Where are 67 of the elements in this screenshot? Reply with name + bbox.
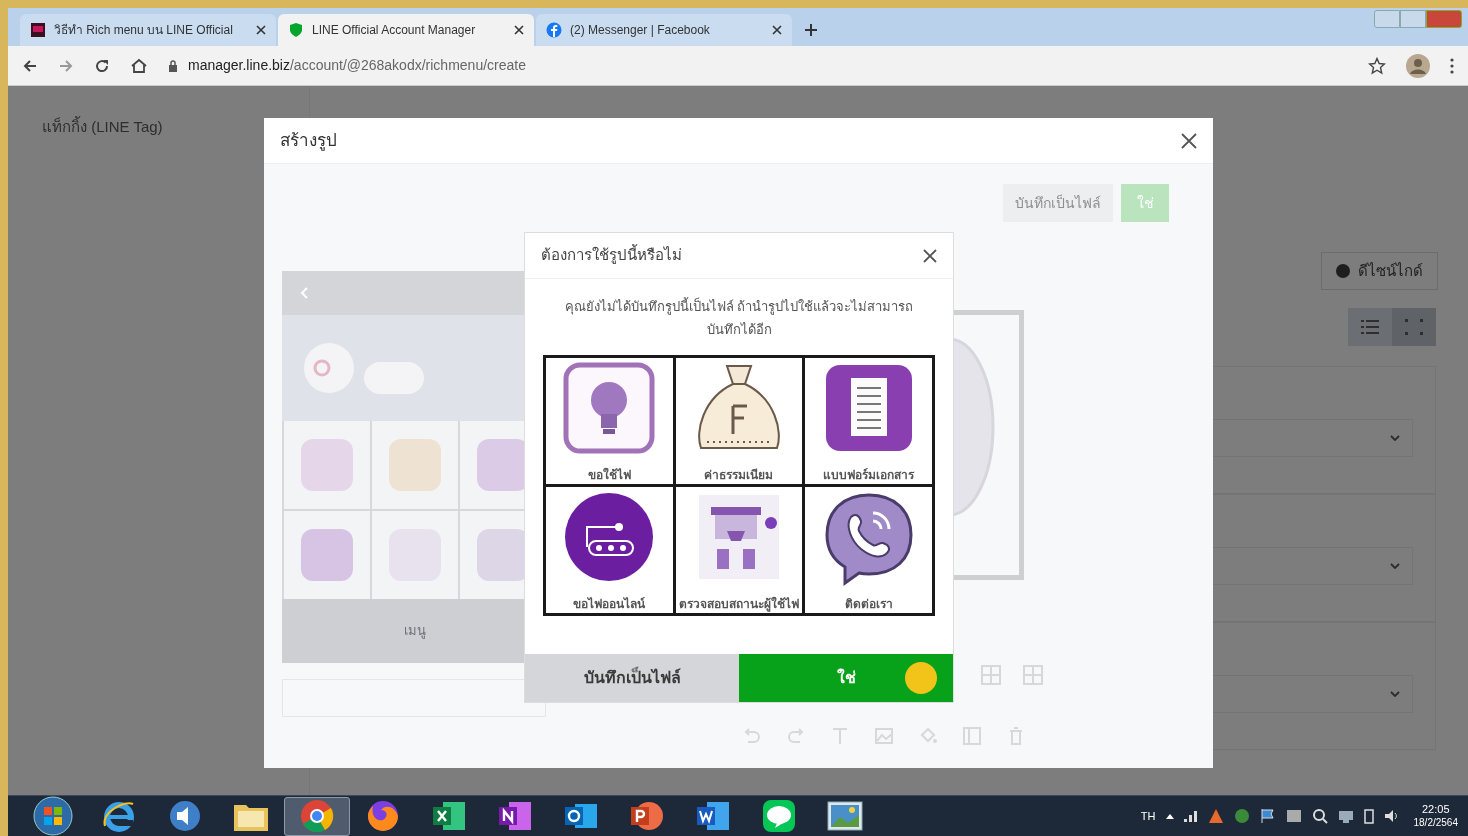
tray-arrow-icon[interactable] [1165,813,1174,819]
design-guide-button[interactable]: ดีไซน์ไกด์ [1321,252,1438,290]
fox-globe-icon[interactable] [365,798,401,834]
save-file-button[interactable]: บันทึกเป็นไฟล์ [525,654,739,702]
chevron-down-icon [1390,563,1400,569]
shield-icon [288,22,304,38]
chrome-icon[interactable] [299,798,335,834]
speaker-icon[interactable] [167,798,203,834]
volume-icon[interactable] [1383,808,1400,824]
dialog-message: คุณยังไม่ได้บันทึกรูปนี้เป็นไฟล์ ถ้านำรูปไปใช้แล้วจะไม่สามารถบันทึกได้อีก [563,296,915,339]
start-orb-icon[interactable] [33,796,73,836]
tile-label: แบบฟอร์มเอกสาร [822,468,916,482]
browser-tab[interactable]: วิธีทำ Rich menu บน LINE Official [20,14,276,46]
browser-tab[interactable]: LINE Official Account Manager [278,14,534,46]
reload-icon[interactable] [94,57,110,74]
list-view-icon [1361,319,1379,335]
chevron-down-icon [1390,435,1400,441]
avatar-icon [304,343,354,393]
back-icon[interactable] [22,57,38,74]
slides-icon [30,22,46,38]
close-icon[interactable] [1181,132,1197,149]
profile-avatar-icon[interactable] [1406,53,1430,78]
view-toggle[interactable] [1348,308,1392,346]
tab-title: (2) Messenger | Facebook [570,22,711,39]
clock-time[interactable]: 22:05 [1422,803,1450,816]
close-icon[interactable] [772,25,782,35]
close-icon[interactable] [256,25,266,35]
chat-bubble-app-icon[interactable] [761,798,797,834]
tile-label: ติดต่อเรา [843,597,894,611]
language-indicator[interactable]: TH [1140,807,1156,825]
lightbulb-icon [563,362,656,454]
close-icon[interactable] [923,248,937,263]
tray-app-icon[interactable] [1207,808,1224,824]
tile-label: ตรวจสอบสถานะผู้ใช้ไฟ [678,597,800,611]
tile-label: ค่าธรรมเนียม [703,468,775,482]
view-toggle[interactable] [1392,308,1436,346]
address-field[interactable]: manager.line.biz/account/@268akodx/richmenu/create [188,55,526,76]
dialog-title: ต้องการใช้รูปนี้หรือไม่ [541,244,682,266]
tray-app-icon[interactable] [1285,808,1302,824]
dialog-title: สร้างรูป [280,129,337,153]
facebook-icon [546,22,562,38]
tray-app-icon[interactable] [1233,808,1250,824]
magnifier-icon[interactable] [1311,808,1328,824]
flag-icon[interactable] [1259,808,1276,824]
tab-title: LINE Official Account Manager [312,22,477,39]
bookmark-star-icon[interactable] [1368,56,1386,75]
menu-icon[interactable] [1450,57,1454,74]
grid-view-icon [1405,319,1423,335]
tab-title: วิธีทำ Rich menu บน LINE Official [54,22,234,39]
browser-tab[interactable]: (2) Messenger | Facebook [536,14,792,46]
tile-label: ขอไฟออนไลน์ [572,597,647,611]
info-dot-icon [1336,264,1350,278]
tile-label: ขอใช้ไฟ [586,468,632,482]
close-icon[interactable] [514,25,524,35]
lock-icon [168,59,178,72]
photo-viewer-icon[interactable] [826,799,864,833]
signal-icon[interactable] [1183,810,1198,822]
battery-icon[interactable] [1363,808,1374,824]
home-icon[interactable] [130,57,148,74]
menu-bar-label: เมนู [404,622,426,641]
chevron-down-icon [1390,691,1400,697]
new-tab-icon[interactable] [804,23,818,37]
forward-icon[interactable] [58,57,74,74]
clock-date[interactable]: 18/2/2564 [1413,816,1458,829]
network-icon[interactable] [1337,808,1354,824]
plug-device-icon [563,491,656,583]
back-icon [300,287,308,299]
